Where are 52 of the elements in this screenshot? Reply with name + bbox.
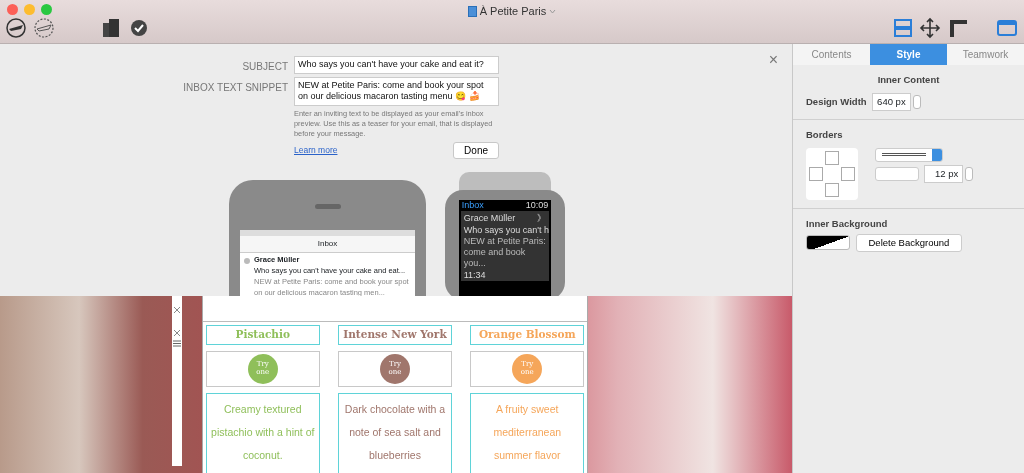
done-button[interactable]: Done	[453, 141, 499, 159]
move-icon[interactable]	[919, 17, 941, 39]
border-width-field[interactable]: 12 px	[924, 164, 964, 183]
sidebar-tab[interactable]: Contents	[793, 44, 870, 65]
product-description: Creamy textured pistachio with a hint of coconut.	[205, 393, 320, 473]
sidebar-tab[interactable]: Style	[870, 44, 947, 65]
line-style-dropdown[interactable]	[874, 147, 943, 162]
time-text: 10:09	[525, 200, 549, 212]
close-icon[interactable]	[173, 306, 181, 315]
email-snippet: NEW at Petite Paris: come and book you...	[463, 235, 547, 270]
stepper[interactable]	[912, 94, 921, 109]
product-description: A fruity sweet mediterranean summer flavor	[470, 393, 585, 473]
airplane-dashed-icon[interactable]	[32, 17, 55, 39]
product-name: Intense New York	[338, 325, 452, 345]
caret-icon[interactable]	[549, 8, 557, 14]
product-description: Dark chocolate with a note of sea salt and blueberries	[338, 393, 452, 473]
unread-dot	[244, 258, 250, 264]
section-title: Inner Background	[806, 216, 889, 231]
close-button[interactable]: ×	[768, 52, 778, 68]
field-label: INBOX TEXT SNIPPET	[182, 80, 289, 95]
sidebar-icon[interactable]	[996, 17, 1018, 39]
product-name: Pistachio	[205, 325, 320, 345]
document-icon	[467, 5, 477, 17]
product-name: Orange Blossom	[470, 325, 585, 345]
delete-background-button[interactable]: Delete Background	[855, 233, 963, 252]
color-well[interactable]	[874, 166, 919, 181]
border-side-picker[interactable]	[806, 147, 858, 200]
close-light[interactable]	[7, 4, 18, 15]
field-label: Design Width	[806, 94, 867, 109]
sender-name: Grace Müller	[463, 213, 516, 225]
airplane-icon[interactable]	[5, 17, 27, 39]
section-title: Borders	[806, 128, 844, 142]
field-label: SUBJECT	[241, 60, 289, 74]
learn-more-link[interactable]: Learn more	[294, 143, 338, 157]
layout-icon[interactable]	[891, 17, 914, 39]
snippet-field[interactable]: NEW at Petite Paris: come and book your spot on our delicious macaron tasting menu 😋 🍰	[294, 76, 499, 107]
subject-field[interactable]: Who says you can't have your cake and eat it?	[294, 56, 499, 74]
background-color-well[interactable]	[806, 235, 850, 251]
speaker-slot	[315, 204, 341, 209]
inbox-header: Inbox	[240, 230, 415, 253]
time-text: 11:34	[463, 269, 487, 281]
window-title: À Petite Paris	[479, 3, 547, 19]
close-icon[interactable]	[173, 329, 181, 338]
menu-icon[interactable]	[173, 340, 181, 348]
chevron-text: 》	[537, 213, 547, 225]
width-field[interactable]: 640 px	[872, 92, 911, 111]
stepper[interactable]	[965, 166, 974, 181]
devices-icon[interactable]	[100, 17, 122, 39]
section-title: Inner Content	[876, 73, 941, 87]
sidebar-tab[interactable]: Teamwork	[947, 44, 1024, 65]
email-subject: Who says you can't h	[463, 224, 547, 236]
inbox-header: Inbox	[461, 200, 484, 212]
